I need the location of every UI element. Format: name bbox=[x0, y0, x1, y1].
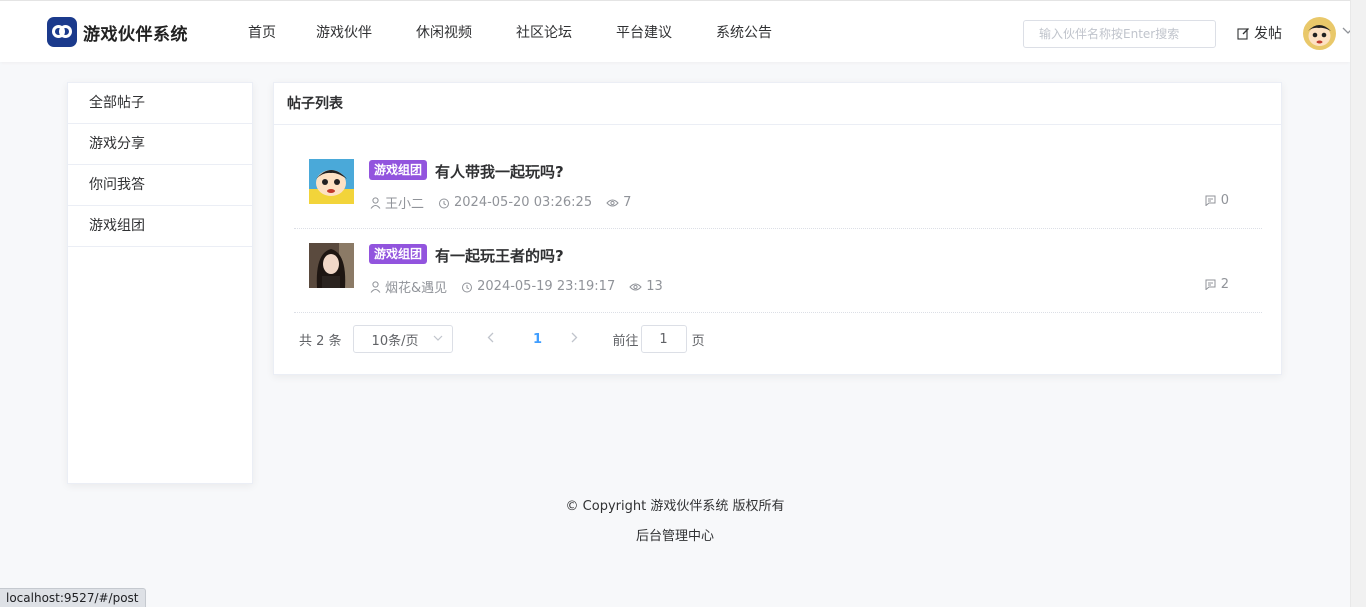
post-list-title: 帖子列表 bbox=[274, 83, 1281, 125]
eye-icon bbox=[606, 199, 619, 206]
post-meta: 王小二 2024-05-20 03:26:25 7 bbox=[370, 193, 645, 212]
chevron-right-icon bbox=[571, 332, 578, 342]
alarm-clock-icon bbox=[439, 198, 450, 208]
footer-copyright: © Copyright 游戏伙伴系统 版权所有 bbox=[565, 499, 785, 514]
goto-page-input[interactable] bbox=[640, 325, 687, 353]
post-time: 2024-05-19 23:19:17 bbox=[477, 279, 616, 294]
chevron-down-icon bbox=[433, 335, 442, 341]
user-avatar[interactable] bbox=[1303, 17, 1336, 50]
post-comment-count: 0 bbox=[1220, 193, 1229, 208]
nav-forum[interactable]: 社区论坛 bbox=[516, 22, 572, 42]
post-item[interactable]: 游戏组团 有一起玩王者的吗? 烟花&遇见 2024-05-19 23:19:17… bbox=[294, 229, 1262, 313]
next-page-button[interactable] bbox=[563, 332, 587, 347]
alarm-clock-icon bbox=[462, 282, 473, 292]
page-size-select[interactable]: 10条/页 bbox=[352, 325, 453, 353]
post-meta: 烟花&遇见 2024-05-19 23:19:17 13 bbox=[370, 277, 677, 296]
logo-icon bbox=[47, 17, 77, 47]
post-title[interactable]: 有人带我一起玩吗? bbox=[435, 161, 564, 182]
user-icon bbox=[370, 280, 381, 293]
nav-home[interactable]: 首页 bbox=[248, 22, 276, 42]
eye-icon bbox=[629, 283, 642, 290]
new-post-label: 发帖 bbox=[1254, 26, 1282, 42]
post-time: 2024-05-20 03:26:25 bbox=[454, 195, 593, 210]
post-tag: 游戏组团 bbox=[369, 160, 428, 180]
nav-announcements[interactable]: 系统公告 bbox=[716, 22, 772, 42]
post-comments: 0 bbox=[1205, 193, 1229, 208]
post-author: 王小二 bbox=[385, 197, 425, 212]
chevron-left-icon bbox=[487, 332, 494, 342]
nav-game-partners[interactable]: 游戏伙伴 bbox=[316, 22, 372, 42]
post-comment-count: 2 bbox=[1220, 277, 1229, 292]
page-number-current[interactable]: 1 bbox=[523, 332, 553, 347]
post-views: 7 bbox=[623, 195, 632, 210]
sidebar-item-game-share[interactable]: 游戏分享 bbox=[68, 124, 252, 165]
post-author: 烟花&遇见 bbox=[385, 281, 448, 296]
main-nav: 首页 游戏伙伴 休闲视频 社区论坛 平台建议 系统公告 bbox=[248, 1, 816, 63]
user-icon bbox=[370, 196, 381, 209]
post-author-avatar bbox=[309, 159, 354, 204]
page-size-value: 10条/页 bbox=[371, 333, 419, 349]
category-sidebar: 全部帖子 游戏分享 你问我答 游戏组团 bbox=[67, 82, 253, 484]
top-header: 游戏伙伴系统 首页 游戏伙伴 休闲视频 社区论坛 平台建议 系统公告 发帖 bbox=[0, 0, 1354, 63]
post-views: 13 bbox=[646, 279, 663, 294]
goto-label: 前往 bbox=[612, 333, 639, 349]
sidebar-item-all-posts[interactable]: 全部帖子 bbox=[68, 83, 252, 124]
post-comments: 2 bbox=[1205, 277, 1229, 292]
site-title: 游戏伙伴系统 bbox=[83, 24, 188, 45]
comment-icon bbox=[1205, 279, 1216, 290]
sidebar-item-team-up[interactable]: 游戏组团 bbox=[68, 206, 252, 247]
admin-center-link[interactable]: 后台管理中心 bbox=[0, 525, 1350, 544]
post-title[interactable]: 有一起玩王者的吗? bbox=[435, 245, 564, 266]
new-post-button[interactable]: 发帖 bbox=[1237, 23, 1282, 43]
page-scrollbar[interactable] bbox=[1350, 0, 1366, 607]
pagination: 共 2 条 10条/页 1 前往 页 bbox=[299, 325, 705, 353]
nav-videos[interactable]: 休闲视频 bbox=[416, 22, 472, 42]
edit-icon bbox=[1237, 27, 1249, 40]
post-tag: 游戏组团 bbox=[369, 244, 428, 264]
browser-status-url: localhost:9527/#/post bbox=[0, 588, 146, 607]
prev-page-button[interactable] bbox=[479, 332, 503, 347]
comment-icon bbox=[1205, 195, 1216, 206]
post-item[interactable]: 游戏组团 有人带我一起玩吗? 王小二 2024-05-20 03:26:25 7… bbox=[294, 145, 1262, 229]
post-author-avatar bbox=[309, 243, 354, 288]
partner-search-input[interactable] bbox=[1023, 20, 1216, 48]
sidebar-item-qa[interactable]: 你问我答 bbox=[68, 165, 252, 206]
page-suffix-label: 页 bbox=[691, 333, 705, 349]
nav-suggestions[interactable]: 平台建议 bbox=[616, 22, 672, 42]
site-logo[interactable]: 游戏伙伴系统 bbox=[47, 17, 188, 47]
pagination-total: 共 2 条 bbox=[299, 333, 342, 349]
post-list-card: 帖子列表 游戏组团 有人带我一起玩吗? 王小二 2024-05-20 03:26… bbox=[273, 82, 1282, 375]
